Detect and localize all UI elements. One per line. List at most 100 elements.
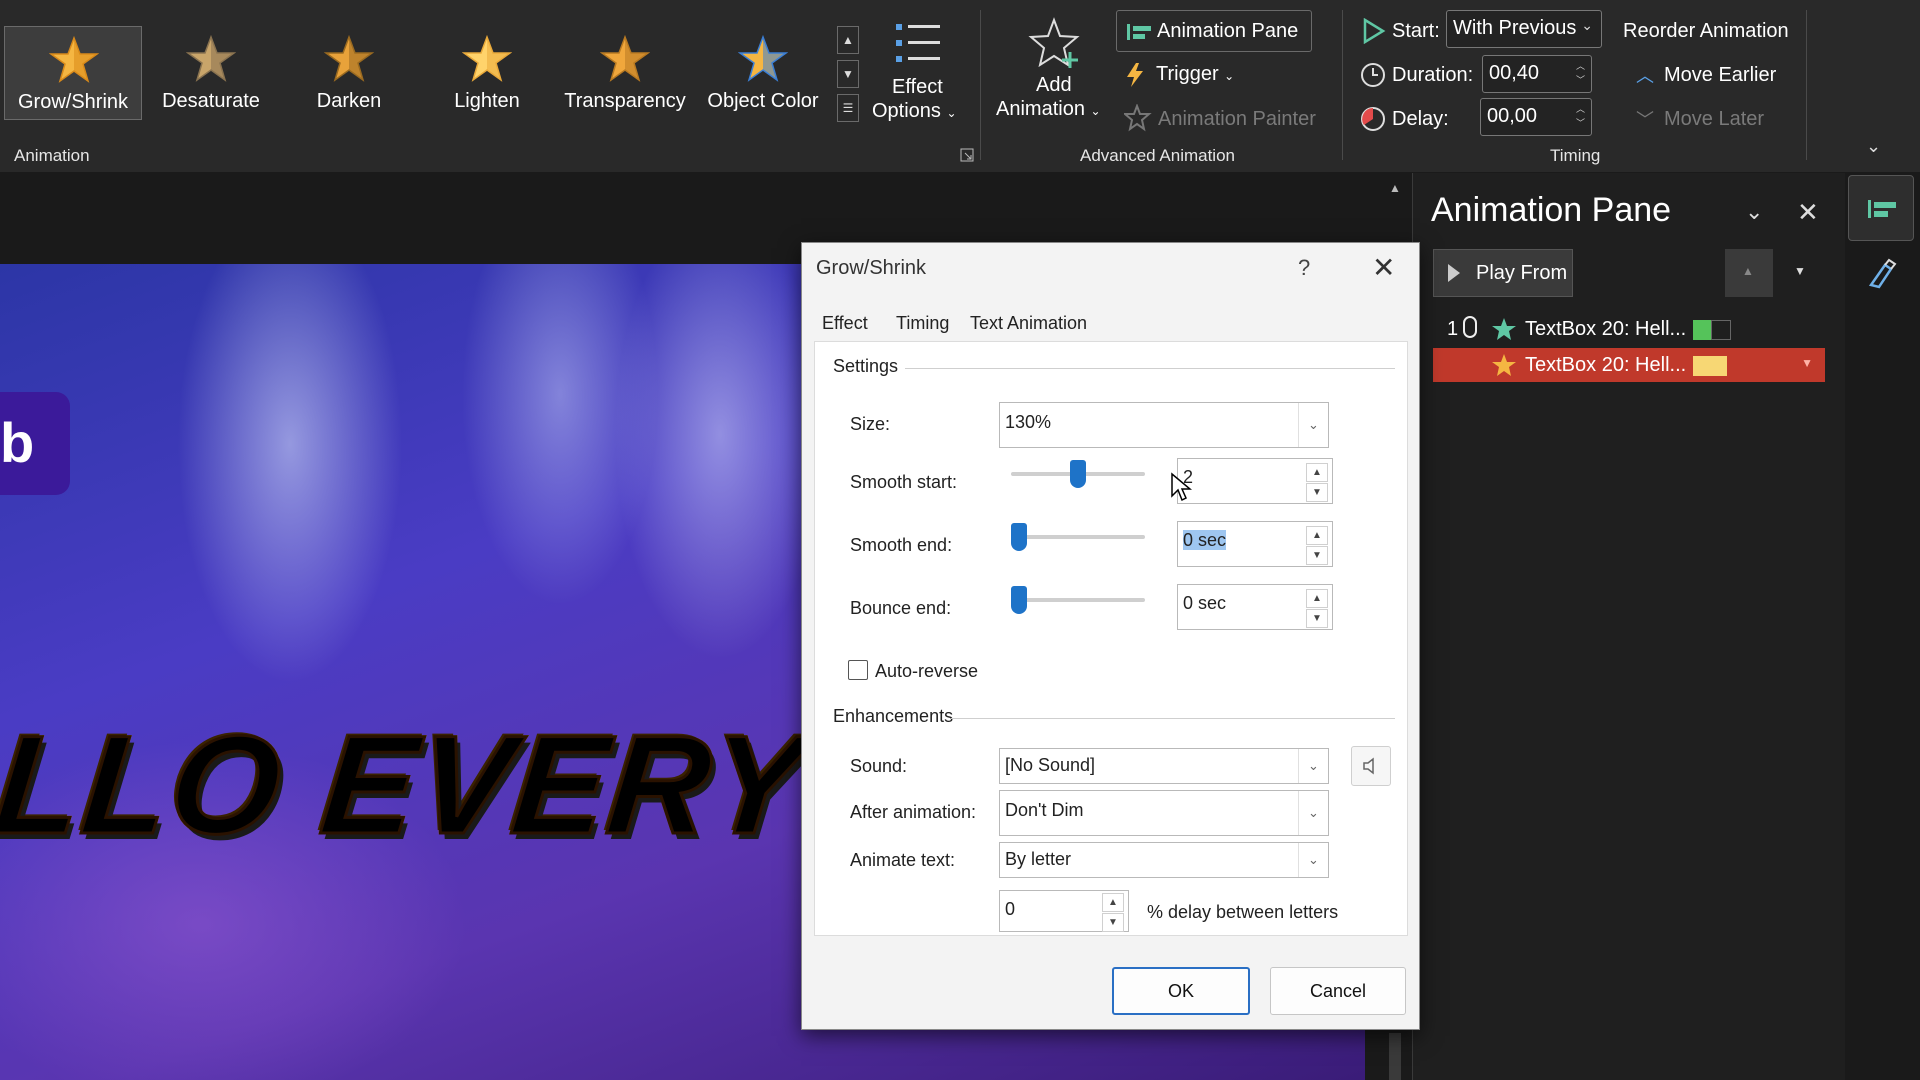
delay-spinbox[interactable]: 00,00 ︿ ﹀ (1480, 98, 1592, 136)
play-from-label: Play From (1476, 262, 1568, 284)
timing-bar[interactable] (1693, 320, 1711, 340)
collapse-ribbon-icon[interactable]: ⌄ (1866, 136, 1881, 157)
after-animation-dropdown[interactable]: Don't Dim ⌄ (999, 790, 1329, 836)
spin-arrows-icon[interactable]: ▲ ▼ (1306, 463, 1328, 503)
letter-delay-value: 0 (1005, 899, 1016, 919)
animation-pane-toggle-button[interactable] (1848, 175, 1914, 241)
sound-dropdown[interactable]: [No Sound] ⌄ (999, 748, 1329, 784)
animation-item-label: TextBox 20: Hell... (1525, 354, 1687, 376)
smooth-start-slider-thumb[interactable] (1070, 460, 1086, 488)
desaturate-star-icon (186, 34, 236, 82)
animation-pane-button[interactable]: Animation Pane (1116, 10, 1312, 52)
timing-bar[interactable] (1693, 356, 1727, 376)
add-animation-button[interactable]: Add Animation ⌄ (994, 14, 1112, 128)
animation-pane-icon (1868, 200, 1896, 218)
smooth-end-label: Smooth end: (850, 535, 953, 555)
animation-list-item[interactable]: 1 TextBox 20: Hell... (1433, 312, 1825, 346)
play-icon (1448, 264, 1460, 282)
animation-painter-button[interactable]: Animation Painter (1124, 104, 1324, 134)
smooth-end-value: 0 sec (1183, 530, 1227, 550)
trigger-label: Trigger ⌄ (1156, 63, 1235, 85)
mouse-pointer-icon (1171, 472, 1192, 502)
gallery-item-grow-shrink[interactable]: Grow/Shrink (4, 26, 142, 120)
transparency-star-icon (600, 34, 650, 82)
spin-arrows-icon[interactable]: ▲ ▼ (1306, 589, 1328, 629)
gallery-item-label: Object Color (707, 90, 819, 112)
spin-arrows-icon[interactable]: ▲ ▼ (1102, 893, 1124, 933)
gallery-scroll-up-button[interactable]: ▲ (837, 26, 859, 54)
mouse-click-icon (1463, 316, 1477, 338)
smooth-end-slider[interactable] (1011, 535, 1145, 539)
gallery-item-object-color[interactable]: Object Color (694, 26, 832, 120)
duration-spinbox[interactable]: 00,40 ︿ ﹀ (1482, 55, 1592, 93)
effect-star-icon (1492, 318, 1516, 340)
close-pane-icon[interactable]: ✕ (1797, 197, 1819, 228)
auto-reverse-checkbox[interactable] (848, 660, 868, 680)
smooth-end-spinbox[interactable]: 0 sec ▲ ▼ (1177, 521, 1333, 567)
chevron-down-icon: ⌄ (1298, 791, 1328, 835)
gallery-item-desaturate[interactable]: Desaturate (142, 26, 280, 120)
smooth-end-slider-thumb[interactable] (1011, 523, 1027, 551)
bounce-end-slider[interactable] (1011, 598, 1145, 602)
gallery-item-lighten[interactable]: Lighten (418, 26, 556, 120)
ribbon-separator (980, 10, 981, 160)
size-dropdown[interactable]: 130% ⌄ (999, 402, 1329, 448)
move-later-button[interactable]: ﹀ Move Later (1636, 106, 1796, 134)
spin-arrows-icon[interactable]: ▲ ▼ (1306, 526, 1328, 566)
effect-options-button[interactable]: Effect Options ⌄ (868, 18, 960, 128)
move-up-button[interactable]: ▲ (1725, 249, 1773, 297)
item-dropdown-icon[interactable]: ▼ (1801, 356, 1813, 370)
sound-label: Sound: (850, 756, 908, 776)
smooth-start-spinbox[interactable]: 2 ▲ ▼ (1177, 458, 1333, 504)
trigger-button[interactable]: Trigger ⌄ (1124, 60, 1244, 90)
sound-volume-button[interactable] (1351, 746, 1391, 786)
scrollbar-thumb[interactable] (1389, 1033, 1401, 1080)
add-animation-label-1: Add (1036, 74, 1072, 96)
tab-effect[interactable]: Effect (822, 313, 868, 334)
clock-icon (1361, 63, 1385, 87)
effect-tab-panel: Settings Size: 130% ⌄ Smooth start: 2 ▲ ▼… (814, 341, 1408, 936)
spin-arrows-icon[interactable]: ︿ ﹀ (1576, 102, 1585, 130)
help-button[interactable]: ? (1298, 255, 1310, 281)
chevron-down-icon: ﹀ (1636, 110, 1654, 130)
effect-options-label-1: Effect (892, 76, 943, 98)
grow-shrink-star-icon (49, 35, 99, 83)
animation-list-item[interactable]: TextBox 20: Hell... ▼ (1433, 348, 1825, 382)
effect-options-icon (896, 24, 940, 62)
animate-text-dropdown[interactable]: By letter ⌄ (999, 842, 1329, 878)
close-dialog-button[interactable]: ✕ (1372, 251, 1395, 284)
tab-text-animation[interactable]: Text Animation (970, 313, 1087, 334)
spin-arrows-icon[interactable]: ︿ ﹀ (1576, 59, 1585, 87)
cancel-button[interactable]: Cancel (1270, 967, 1406, 1015)
enhancements-section-label: Enhancements (833, 706, 954, 726)
purple-logo-tab[interactable]: b (0, 392, 70, 495)
animation-group-label: Animation (14, 146, 90, 165)
ok-button[interactable]: OK (1112, 967, 1250, 1015)
bounce-end-spinbox[interactable]: 0 sec ▲ ▼ (1177, 584, 1333, 630)
pane-options-chevron-icon[interactable]: ⌄ (1745, 199, 1763, 225)
advanced-animation-group-label: Advanced Animation (1080, 146, 1235, 165)
format-painter-icon[interactable] (1865, 257, 1899, 291)
chevron-up-icon: ︿ (1636, 66, 1654, 86)
move-down-button[interactable]: ▼ (1777, 249, 1825, 297)
add-animation-star-icon (1028, 17, 1080, 68)
start-label: Start: (1392, 20, 1440, 42)
bounce-end-slider-thumb[interactable] (1011, 586, 1027, 614)
gallery-scroll-down-button[interactable]: ▼ (837, 60, 859, 88)
start-dropdown[interactable]: With Previous ⌄ (1446, 10, 1602, 48)
delay-label: Delay: (1392, 108, 1449, 130)
gallery-item-darken[interactable]: Darken (280, 26, 418, 120)
gallery-item-transparency[interactable]: Transparency (556, 26, 694, 120)
move-earlier-label: Move Earlier (1664, 64, 1777, 86)
gallery-more-button[interactable]: ☰ (837, 94, 859, 122)
gallery-item-label: Grow/Shrink (17, 91, 129, 113)
letter-delay-spinbox[interactable]: 0 ▲ ▼ (999, 890, 1129, 932)
tab-timing[interactable]: Timing (896, 313, 949, 334)
gallery-item-label: Lighten (454, 90, 520, 112)
move-earlier-button[interactable]: ︿ Move Earlier (1636, 62, 1796, 90)
auto-reverse-label[interactable]: Auto-reverse (875, 661, 978, 682)
play-from-button[interactable]: Play From (1433, 249, 1573, 297)
start-play-icon (1363, 18, 1386, 44)
dialog-launcher-icon[interactable] (960, 148, 974, 162)
scroll-up-icon[interactable]: ▲ (1389, 181, 1401, 195)
